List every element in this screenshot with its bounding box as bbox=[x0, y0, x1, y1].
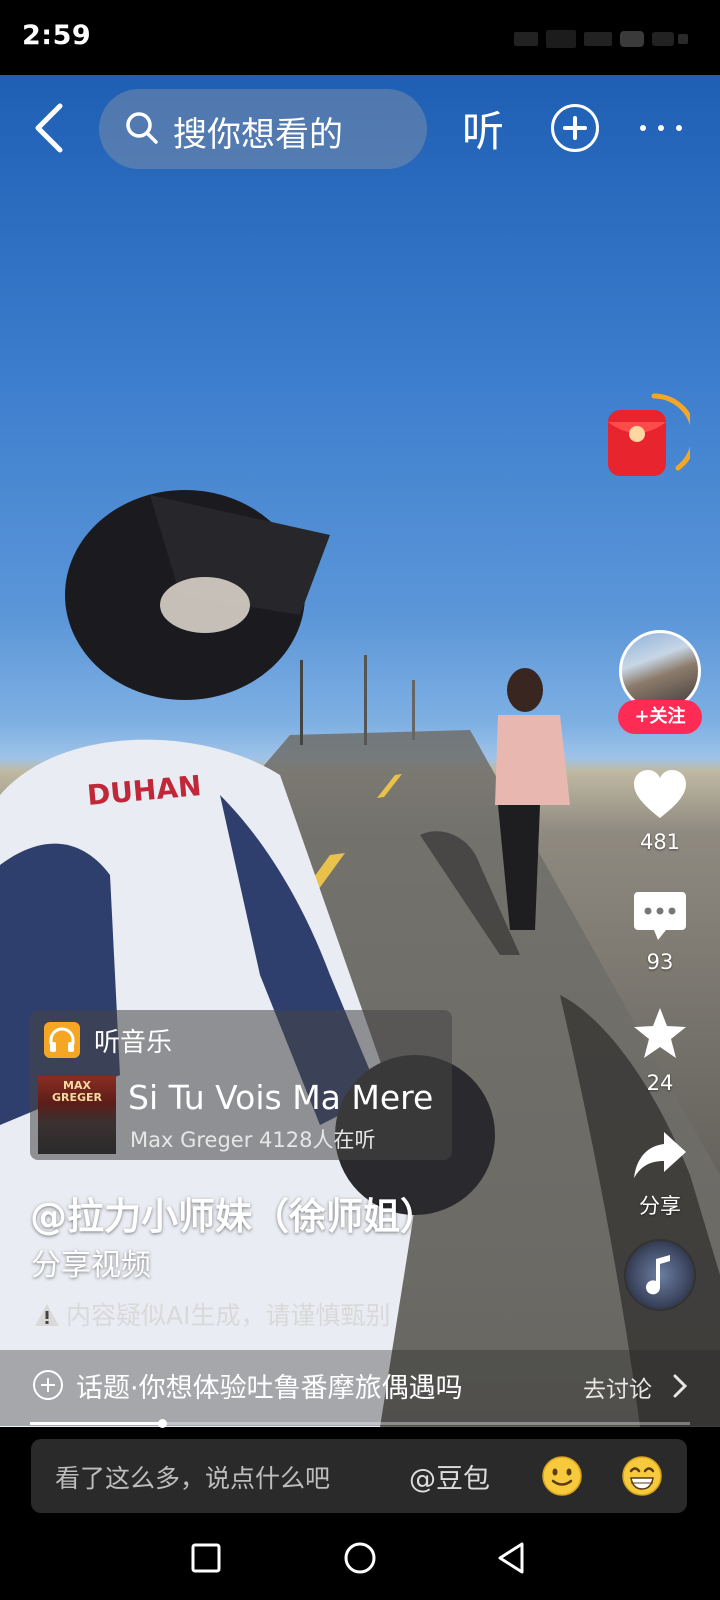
topic-discuss-link[interactable]: 去讨论 bbox=[583, 1370, 652, 1404]
chevron-right-icon bbox=[673, 1374, 688, 1398]
topic-plus-icon bbox=[33, 1370, 63, 1400]
music-disc[interactable] bbox=[624, 1239, 696, 1311]
grin-emoji-icon[interactable] bbox=[621, 1455, 663, 1497]
listen-button[interactable]: 听 bbox=[462, 98, 504, 159]
favorite-count: 24 bbox=[646, 1071, 674, 1095]
song-title: Si Tu Vois Ma Mere bbox=[128, 1078, 434, 1117]
comment-count: 93 bbox=[646, 950, 674, 974]
status-bar: 2:59 bbox=[0, 0, 720, 75]
search-icon bbox=[126, 112, 158, 144]
back-nav-icon[interactable] bbox=[495, 1541, 529, 1575]
comment-input[interactable]: 看了这么多，说点什么吧 @豆包 bbox=[31, 1439, 687, 1513]
music-tag-label: 听音乐 bbox=[94, 1028, 173, 1058]
follow-button[interactable]: +关注 bbox=[618, 700, 702, 734]
recent-apps-icon[interactable] bbox=[189, 1541, 223, 1575]
post-caption: 分享视频 bbox=[31, 1248, 151, 1283]
music-card[interactable]: 听音乐 MAX GREGER Si Tu Vois Ma Mere Max Gr… bbox=[30, 1010, 452, 1160]
comment-icon[interactable] bbox=[632, 888, 688, 944]
progress-fill bbox=[30, 1422, 162, 1425]
warning-icon bbox=[35, 1304, 59, 1326]
red-packet-icon[interactable] bbox=[606, 392, 690, 488]
home-icon[interactable] bbox=[343, 1541, 377, 1575]
smile-emoji-icon[interactable] bbox=[541, 1455, 583, 1497]
mention-doubao-button[interactable]: @豆包 bbox=[409, 1457, 490, 1496]
status-time: 2:59 bbox=[22, 20, 92, 51]
system-nav-bar bbox=[0, 1513, 720, 1600]
like-count: 481 bbox=[639, 830, 681, 854]
like-heart-icon[interactable] bbox=[632, 768, 688, 824]
favorite-star-icon[interactable] bbox=[632, 1006, 688, 1062]
ai-notice-text: 内容疑似AI生成，请谨慎甄别 bbox=[66, 1301, 391, 1330]
share-label[interactable]: 分享 bbox=[620, 1190, 700, 1220]
headphones-icon bbox=[44, 1022, 80, 1058]
search-bar[interactable]: 搜你想看的 bbox=[99, 89, 427, 169]
more-options-button[interactable] bbox=[638, 108, 684, 148]
ai-notice: 内容疑似AI生成，请谨慎甄别 bbox=[34, 1296, 390, 1332]
album-art: MAX GREGER bbox=[38, 1076, 116, 1154]
progress-knob[interactable] bbox=[158, 1419, 167, 1428]
artist-listeners: Max Greger 4128人在听 bbox=[130, 1128, 376, 1152]
share-arrow-icon[interactable] bbox=[632, 1128, 688, 1184]
topic-bar[interactable]: 话题·你想体验吐鲁番摩旅偶遇吗 去讨论 bbox=[0, 1350, 720, 1426]
topic-text: 话题·你想体验吐鲁番摩旅偶遇吗 bbox=[76, 1373, 463, 1404]
video-progress-bar[interactable] bbox=[30, 1419, 690, 1428]
album-art-text: MAX GREGER bbox=[51, 1079, 103, 1104]
back-button[interactable] bbox=[30, 100, 74, 156]
add-button[interactable] bbox=[551, 104, 599, 152]
status-icons bbox=[514, 30, 688, 48]
author-name[interactable]: @拉力小师妹（徐师姐） bbox=[30, 1186, 437, 1240]
comment-placeholder: 看了这么多，说点什么吧 bbox=[55, 1464, 331, 1493]
search-placeholder: 搜你想看的 bbox=[173, 115, 343, 155]
